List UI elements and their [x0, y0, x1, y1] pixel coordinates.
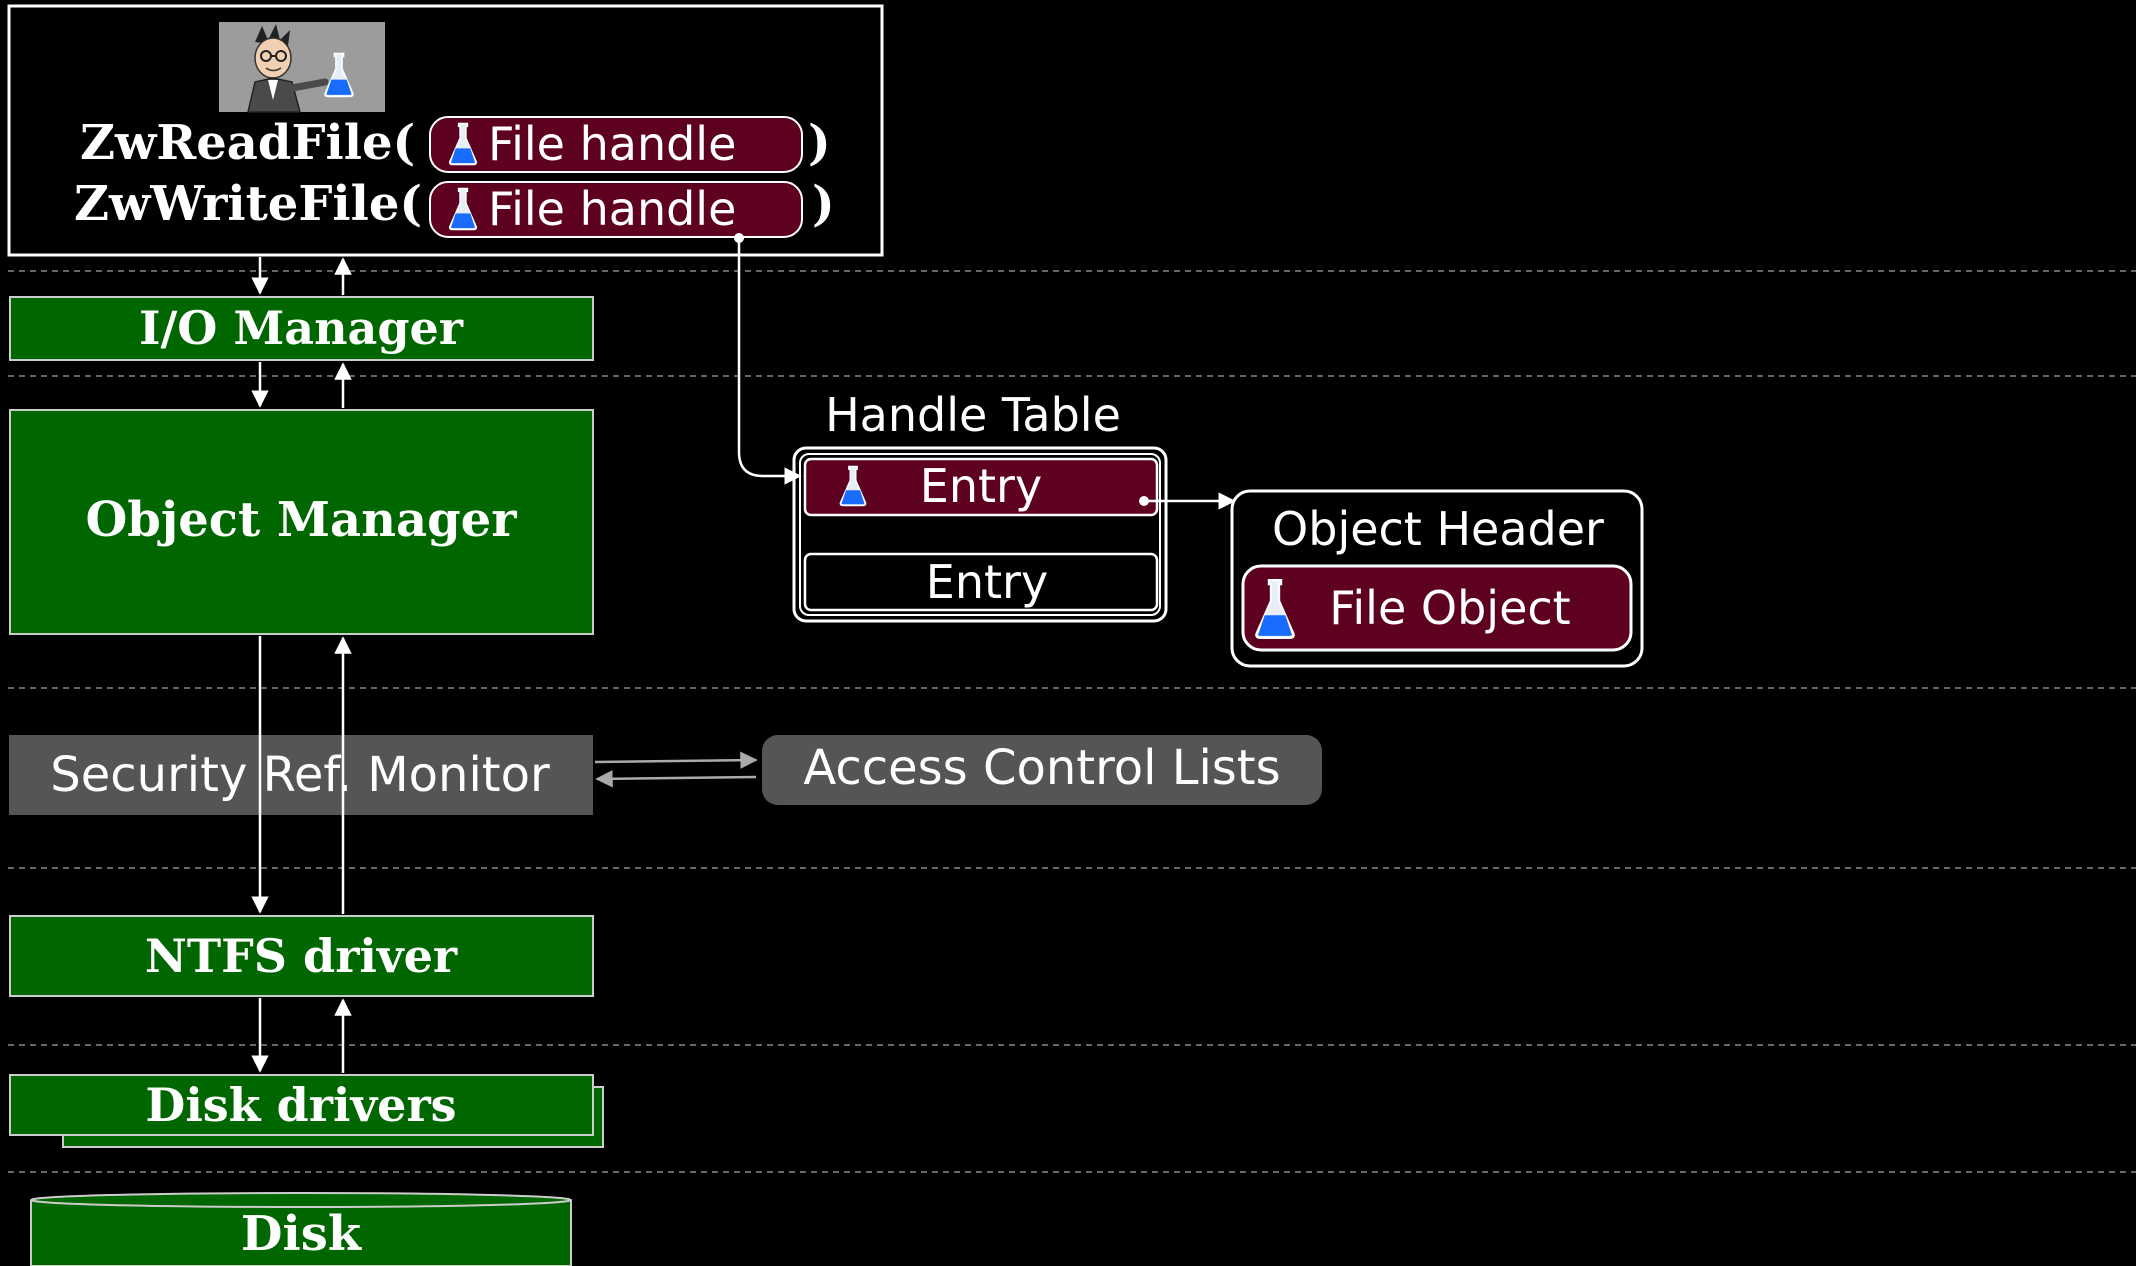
- svg-text:Access Control Lists: Access Control Lists: [803, 740, 1280, 796]
- svg-text:Entry: Entry: [920, 459, 1042, 513]
- io-manager-box: I/O Manager: [9, 296, 594, 361]
- security-ref-monitor-box: Security Ref. Monitor: [9, 735, 593, 815]
- zwwritefile-call: ZwWriteFile(: [74, 176, 422, 232]
- handle-table-entry-1: Entry: [803, 457, 1159, 517]
- close-paren-read: ): [808, 115, 831, 171]
- svg-text:Security Ref. Monitor: Security Ref. Monitor: [50, 747, 550, 803]
- file-handle-pill-read: File handle: [429, 116, 803, 173]
- disk-cylinder: Disk: [30, 1192, 572, 1266]
- svg-text:Entry: Entry: [926, 555, 1048, 609]
- handle-table: Entry Entry: [792, 446, 1168, 623]
- zwreadfile-call: ZwReadFile(: [80, 115, 415, 171]
- disk-drivers-box: Disk drivers: [9, 1074, 604, 1148]
- cartoon-scientist-icon: [219, 22, 385, 113]
- close-paren-write: ): [812, 176, 835, 232]
- svg-text:File handle: File handle: [488, 182, 736, 236]
- svg-text:File Object: File Object: [1329, 581, 1570, 635]
- svg-text:NTFS driver: NTFS driver: [145, 929, 458, 983]
- svg-text:Object Manager: Object Manager: [85, 492, 517, 548]
- handle-table-entry-2: Entry: [803, 552, 1159, 612]
- kernel-io-diagram: ZwReadFile( ZwWriteFile( File handle Fil…: [7, 4, 2136, 1266]
- svg-text:I/O Manager: I/O Manager: [139, 301, 464, 355]
- file-handle-pill-write: File handle: [429, 181, 803, 238]
- file-object-pill: File Object: [1241, 564, 1633, 652]
- handle-table-title: Handle Table: [825, 388, 1121, 442]
- object-manager-box: Object Manager: [9, 409, 594, 635]
- svg-text:File handle: File handle: [488, 117, 736, 171]
- handle-to-entry-connector: [734, 233, 802, 485]
- svg-text:Disk drivers: Disk drivers: [145, 1078, 456, 1132]
- srm-acl-arrows: [594, 751, 758, 788]
- svg-text:Disk: Disk: [241, 1206, 363, 1262]
- svg-text:Object Header: Object Header: [1272, 502, 1604, 556]
- ntfs-driver-box: NTFS driver: [9, 915, 594, 997]
- access-control-lists-box: Access Control Lists: [762, 735, 1322, 805]
- object-header-box: Object Header File Object: [1230, 489, 1644, 668]
